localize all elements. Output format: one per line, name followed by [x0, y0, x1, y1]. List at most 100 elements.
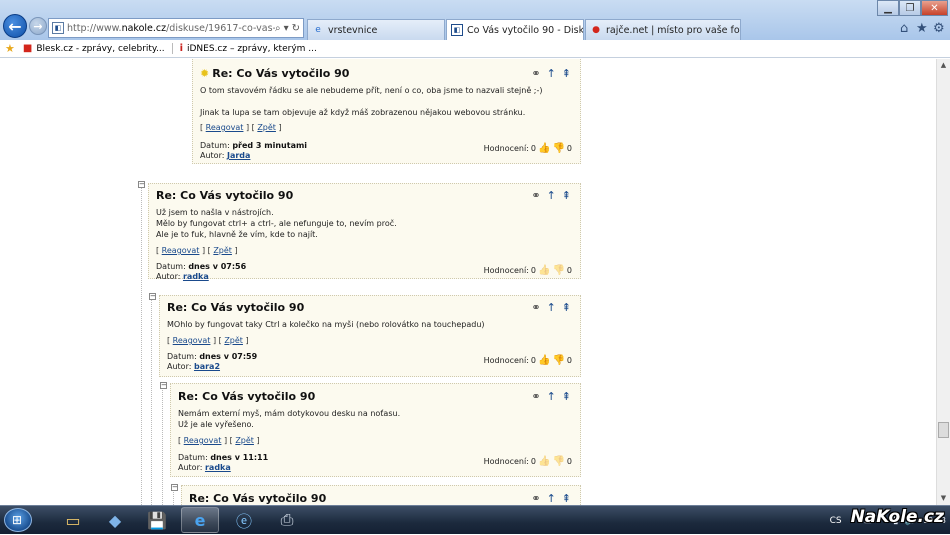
favorites-add-icon[interactable]: ★ — [5, 42, 15, 55]
reply-link[interactable]: Reagovat — [173, 336, 211, 345]
arrow-up-icon[interactable]: ↑ — [547, 390, 556, 403]
thumbs-down-icon[interactable]: 👎 — [552, 355, 564, 366]
back-link[interactable]: Zpět — [224, 336, 243, 345]
favorites-bar: ★ ■ Blesk.cz - zprávy, celebrity... i iD… — [0, 40, 950, 58]
ie-page-icon: e — [315, 25, 321, 35]
arrow-top-icon[interactable]: ⇞ — [562, 301, 571, 314]
arrow-up-icon[interactable]: ↑ — [547, 301, 556, 314]
post-rating: Hodnocení: 0 👍 👎 0 — [483, 265, 572, 276]
page-content: ✹ Re: Co Vás vytočilo 90 ⚭ ↑ ⇞ O tom stav… — [0, 59, 936, 505]
back-link[interactable]: Zpět — [213, 246, 232, 255]
ie-icon: e — [194, 510, 206, 530]
permalink-icon[interactable]: ⚭ — [531, 492, 540, 505]
app-taskbar-button[interactable]: ◆ — [96, 507, 134, 533]
arrow-right-icon: → — [33, 19, 43, 33]
folder-icon: ▭ — [65, 510, 81, 530]
favorite-idnes[interactable]: i iDNES.cz – zprávy, kterým ... — [171, 43, 317, 54]
post-meta: Datum: dnes v 11:11 Autor: radka — [178, 453, 269, 472]
tab-vrstevnice[interactable]: e vrstevnice — [307, 19, 445, 40]
start-button[interactable]: ⊞ — [4, 508, 32, 532]
nakole-favicon: ◧ — [52, 22, 64, 34]
reply-link[interactable]: Reagovat — [162, 246, 200, 255]
permalink-icon[interactable]: ⚭ — [531, 67, 540, 80]
thumbs-up-icon[interactable]: 👍 — [538, 456, 550, 467]
author-link[interactable]: radka — [205, 463, 231, 472]
post-title: Re: Co Vás vytočilo 90 — [156, 189, 294, 202]
browser-title-bar: ← → ◧ http://www.nakole.cz/diskuse/19617… — [0, 0, 950, 40]
thumbs-down-icon[interactable]: 👎 — [552, 143, 564, 154]
rajce-favicon: ● — [592, 25, 600, 35]
search-icon[interactable]: ⌕ — [275, 23, 281, 34]
language-indicator[interactable]: CS — [830, 516, 842, 526]
permalink-icon[interactable]: ⚭ — [531, 390, 540, 403]
thumbs-up-icon[interactable]: 👍 — [538, 143, 550, 154]
arrow-up-icon[interactable]: ↑ — [547, 67, 556, 80]
back-link[interactable]: Zpět — [235, 436, 254, 445]
post-date: dnes v 11:11 — [210, 453, 269, 462]
explorer-taskbar-button[interactable]: ▭ — [54, 507, 92, 533]
post-title: Re: Co Vás vytočilo 90 — [212, 67, 350, 80]
thumbs-up-icon[interactable]: 👍 — [538, 355, 550, 366]
post-meta: Datum: dnes v 07:56 Autor: radka — [156, 262, 247, 281]
favorites-star-icon[interactable]: ★ — [916, 21, 928, 36]
arrow-top-icon[interactable]: ⇞ — [562, 189, 571, 202]
ie-alt-taskbar-button[interactable]: ⓔ — [225, 507, 263, 533]
arrow-top-icon[interactable]: ⇞ — [562, 67, 571, 80]
tab-co-vas-vytocilo[interactable]: ◧ Co Vás vytočilo 90 - Diskus... — [446, 19, 584, 40]
collapse-toggle[interactable]: − — [171, 484, 178, 491]
refresh-icon[interactable]: ↻ — [292, 23, 300, 34]
arrow-top-icon[interactable]: ⇞ — [562, 492, 571, 505]
cube-icon: ◆ — [108, 510, 122, 530]
save-app-taskbar-button[interactable]: 💾 — [138, 507, 176, 533]
address-bar[interactable]: ◧ http://www.nakole.cz/diskuse/19617-co-… — [48, 18, 304, 38]
arrow-up-icon[interactable]: ↑ — [547, 492, 556, 505]
scroll-down-icon[interactable]: ▼ — [937, 492, 950, 505]
back-button[interactable]: ← — [3, 14, 27, 38]
comment-post: Re: Co Vás vytočilo 90 ⚭ ↑ ⇞ MOhlo by fu… — [159, 295, 581, 377]
ie-taskbar-button[interactable]: e — [181, 507, 219, 533]
author-link[interactable]: bara2 — [194, 362, 220, 371]
favorite-blesk[interactable]: ■ Blesk.cz - zprávy, celebrity... — [23, 43, 165, 54]
author-link[interactable]: Jarda — [227, 151, 250, 160]
post-body: O tom stavovém řádku se ale nebudeme pří… — [200, 86, 543, 117]
collapse-toggle[interactable]: − — [160, 382, 167, 389]
scrollbar-thumb[interactable] — [938, 422, 949, 438]
permalink-icon[interactable]: ⚭ — [531, 301, 540, 314]
arrow-left-icon: ← — [8, 16, 22, 36]
post-actions: [ Reagovat ] [ Zpět ] — [200, 123, 282, 132]
post-rating: Hodnocení: 0 👍 👎 0 — [483, 456, 572, 467]
forward-button[interactable]: → — [29, 17, 47, 35]
arrow-top-icon[interactable]: ⇞ — [562, 390, 571, 403]
back-link[interactable]: Zpět — [257, 123, 276, 132]
thumbs-up-icon[interactable]: 👍 — [538, 265, 550, 276]
collapse-toggle[interactable]: − — [138, 181, 145, 188]
address-url[interactable]: http://www.nakole.cz/diskuse/19617-co-va… — [67, 23, 275, 34]
printer-taskbar-button[interactable]: ⎙ — [268, 507, 306, 533]
tab-rajce[interactable]: ● rajče.net | místo pro vaše fotog... — [585, 19, 741, 40]
blesk-icon: ■ — [22, 43, 33, 54]
vertical-scrollbar[interactable]: ▲ ▼ — [936, 59, 950, 505]
reply-link[interactable]: Reagovat — [184, 436, 222, 445]
windows-taskbar: ⊞ ▭ ◆ 💾 e ⓔ ⎙ CS ⊞ ⚑ ▮ 🔈 10:23 — [0, 505, 950, 534]
idnes-icon: i — [179, 43, 183, 54]
post-actions: [ Reagovat ] [ Zpět ] — [167, 336, 249, 345]
windows-logo-icon: ⊞ — [12, 513, 23, 527]
close-window-button[interactable]: ✕ — [921, 0, 948, 16]
post-body: Nemám externí myš, mám dotykovou desku n… — [178, 409, 401, 429]
post-body: Už jsem to našla v nástrojích. Mělo by f… — [156, 208, 397, 239]
permalink-icon[interactable]: ⚭ — [531, 189, 540, 202]
scroll-up-icon[interactable]: ▲ — [937, 59, 950, 72]
gear-icon[interactable]: ⚙ — [933, 21, 945, 36]
minimize-button[interactable]: ▁ — [877, 0, 899, 16]
dropdown-icon[interactable]: ▾ — [284, 23, 289, 34]
reply-link[interactable]: Reagovat — [206, 123, 244, 132]
collapse-toggle[interactable]: − — [149, 293, 156, 300]
author-link[interactable]: radka — [183, 272, 209, 281]
arrow-up-icon[interactable]: ↑ — [547, 189, 556, 202]
post-date: před 3 minutami — [232, 141, 308, 150]
post-meta: Datum: před 3 minutami Autor: Jarda — [200, 141, 308, 160]
thumbs-down-icon[interactable]: 👎 — [552, 265, 564, 276]
home-icon[interactable]: ⌂ — [900, 21, 908, 36]
thumbs-down-icon[interactable]: 👎 — [552, 456, 564, 467]
maximize-button[interactable]: ❐ — [899, 0, 921, 16]
